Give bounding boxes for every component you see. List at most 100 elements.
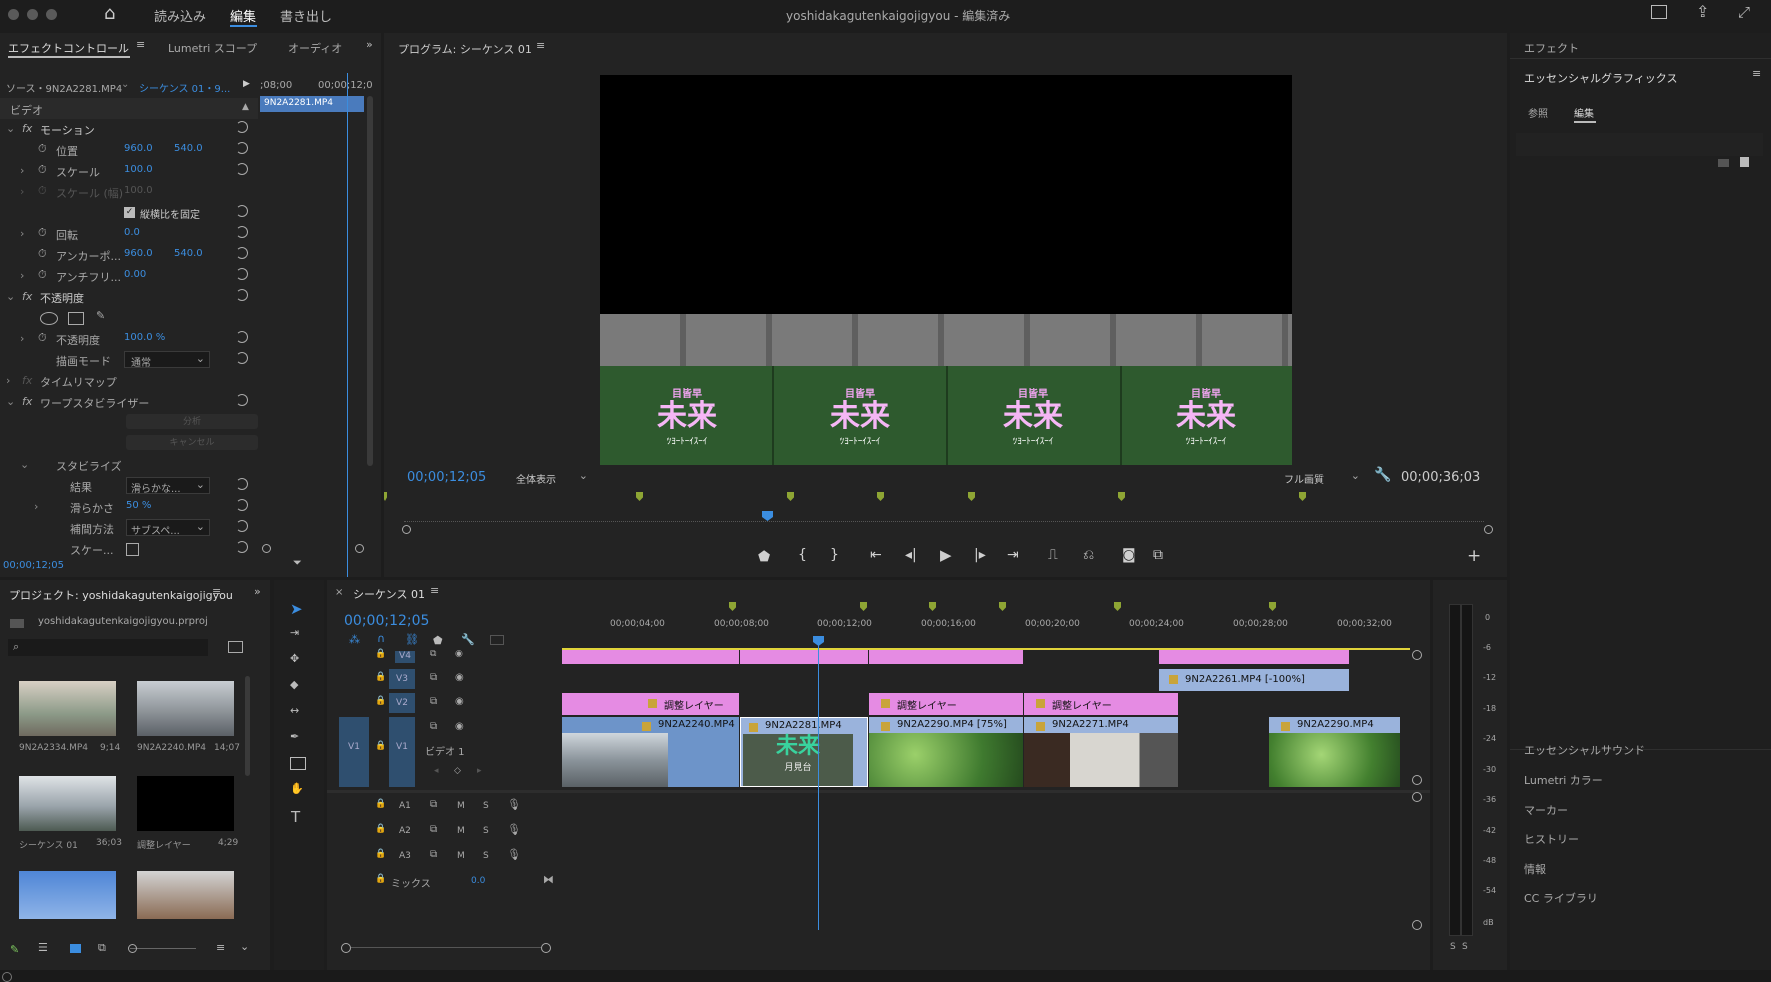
time-remap-row[interactable]: › fx タイムリマップ [0,370,258,391]
mute-button[interactable]: M [457,801,465,811]
timeline-vscroll[interactable] [1410,650,1424,930]
panel-menu-icon[interactable]: ≡ [1752,67,1761,80]
sort-icon[interactable]: ≡ [216,941,225,954]
wrench-icon[interactable]: 🔧 [461,633,475,646]
stopwatch-icon[interactable]: ⏱ [38,142,47,156]
reset-icon[interactable] [236,499,248,511]
mark-in-icon[interactable]: { [798,547,807,563]
mic-icon[interactable]: 🎙 [507,848,521,861]
program-monitor-title[interactable]: プログラム: シーケンス 01 [398,41,532,57]
marker-icon[interactable] [1269,602,1276,611]
stopwatch-icon[interactable]: ⏱ [38,226,47,240]
clip-v1-1[interactable]: 9N2A2240.MP4 [562,717,739,787]
clip-adjust-1[interactable]: 調整レイヤー [562,693,739,715]
time-ruler[interactable]: 00;00;04;00 00;00;08;00 00;00;12;00 00;0… [562,602,1410,648]
eye-icon[interactable]: ◉ [455,721,464,732]
scrubber-end-handle[interactable] [1484,525,1493,534]
next-keyframe-icon[interactable]: ▸ [477,766,482,776]
clip-v4-a[interactable] [562,650,739,664]
add-marker-icon[interactable]: ⬟ [758,549,770,565]
clip-v4-c[interactable] [869,650,1023,664]
thumb-2[interactable] [137,681,234,736]
sync-icon[interactable]: ⧉ [430,696,437,707]
hscroll-track[interactable] [351,947,541,948]
track-label-v4[interactable]: V4 [395,651,415,663]
minimize-window-button[interactable] [27,9,38,20]
extract-icon[interactable]: ⎌ [1083,547,1094,563]
close-window-button[interactable] [8,9,19,20]
right-item-cc-libraries[interactable]: CC ライブラリ [1524,890,1598,906]
eye-icon[interactable]: ◉ [455,696,464,707]
program-scrubber[interactable] [404,509,1484,522]
chevron-right-icon[interactable]: › [20,269,24,282]
sequence-label[interactable]: シーケンス 01・9... [139,80,230,95]
filter-icon[interactable]: ⏷ [293,556,302,570]
reset-icon[interactable] [236,121,248,133]
captions-icon[interactable] [490,635,504,645]
lock-icon[interactable]: 🔒 [375,799,386,809]
sync-icon[interactable]: ⧉ [430,649,436,659]
home-icon[interactable]: ⌂ [104,3,115,24]
thumb-4[interactable] [137,776,234,831]
lift-icon[interactable]: ⎍ [1048,547,1058,563]
method-select[interactable]: サブスペ... ⌄ [126,519,210,537]
play-only-icon[interactable]: ▶ [243,79,250,89]
lock-icon[interactable]: 🔒 [375,741,386,751]
reset-icon[interactable] [236,289,248,301]
chevron-right-icon[interactable]: › [20,227,24,240]
step-forward-icon[interactable]: |▸ [974,547,986,563]
lock-icon[interactable]: 🔒 [375,696,386,706]
mini-clip[interactable]: 9N2A2281.MP4 [260,96,364,112]
sequence-tab[interactable]: シーケンス 01 [353,586,425,602]
snap-icon[interactable]: ∩ [377,632,385,645]
pen-tool-icon[interactable]: ✒ [290,730,299,743]
right-item-info[interactable]: 情報 [1524,861,1546,877]
tab-audio[interactable]: オーディオ [288,40,342,56]
freeform-view-icon[interactable]: ⧉ [98,941,106,955]
step-back-icon[interactable]: ◂| [905,547,917,563]
track-label-a3[interactable]: A3 [399,851,411,861]
result-select[interactable]: 滑らかな... ⌄ [126,477,210,495]
project-scrollbar[interactable] [245,676,250,776]
new-layer-icon[interactable] [1740,157,1749,167]
vscroll-handle[interactable] [1412,792,1422,802]
linked-selection-icon[interactable]: ⛓ [405,633,419,646]
vscroll-handle[interactable] [1412,920,1422,930]
lock-icon[interactable]: 🔒 [375,824,386,834]
reset-icon[interactable] [236,142,248,154]
stabilize-row[interactable]: ⌄ スタビライズ [0,454,258,475]
folder-icon[interactable] [1718,159,1729,167]
mic-icon[interactable]: 🎙 [507,798,521,811]
wrench-icon[interactable]: 🔧 [1374,467,1391,483]
zoom-handle-right[interactable] [355,544,364,553]
anchor-y-value[interactable]: 540.0 [174,248,203,259]
fullscreen-icon[interactable]: ⤢ [1738,3,1750,21]
effect-controls-timecode[interactable]: 00;00;12;05 [3,560,64,571]
reset-icon[interactable] [236,268,248,280]
ellipse-mask-icon[interactable] [40,312,58,325]
compare-icon[interactable]: ⧉ [1153,547,1163,563]
eye-icon[interactable]: ◉ [455,649,463,659]
mute-button[interactable]: M [457,851,465,861]
solo-right-button[interactable]: S [1462,942,1468,952]
workspace-icon[interactable] [1651,5,1667,19]
lock-icon[interactable]: 🔒 [375,874,386,884]
close-sequence-icon[interactable]: × [335,587,343,598]
stopwatch-icon[interactable]: ⏱ [38,331,47,345]
solo-button[interactable]: S [483,801,489,811]
panel-menu-icon[interactable]: ≡ [212,585,221,598]
smooth-value[interactable]: 50 % [126,500,151,511]
nav-import[interactable]: 読み込み [154,6,206,25]
opacity-value[interactable]: 100.0 % [124,332,165,343]
add-button[interactable]: + [1467,546,1481,566]
go-to-in-icon[interactable]: ⇤ [870,547,882,563]
sync-icon[interactable]: ⧉ [430,672,437,683]
right-item-markers[interactable]: マーカー [1524,802,1568,818]
rect-mask-icon[interactable] [68,312,84,325]
graphics-list[interactable] [1516,133,1763,156]
project-title[interactable]: プロジェクト: yoshidakagutenkaigojigyou [9,587,233,603]
track-label-v3[interactable]: V3 [389,669,415,689]
stopwatch-icon[interactable]: ⏱ [38,163,47,177]
clip-v1-2[interactable]: 9N2A2281.MP4 未来 月見台 [740,717,868,787]
rotation-value[interactable]: 0.0 [124,227,140,238]
